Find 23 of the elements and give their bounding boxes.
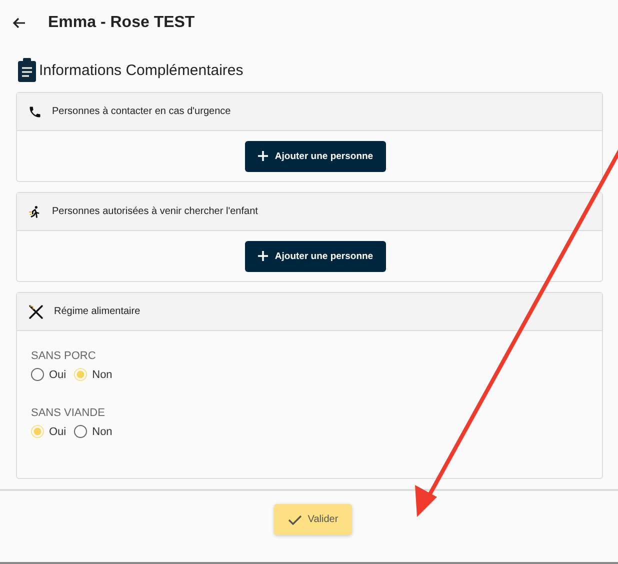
plus-icon bbox=[258, 251, 268, 261]
check-icon bbox=[288, 514, 302, 524]
phone-icon bbox=[28, 104, 42, 118]
section-title: Informations Complémentaires bbox=[39, 62, 244, 78]
add-person-button[interactable]: Ajouter une personne bbox=[244, 240, 386, 272]
panel-title: Personnes à contacter en cas d'urgence bbox=[52, 106, 231, 117]
radio-label: Oui bbox=[49, 426, 66, 438]
validate-button[interactable]: Valider bbox=[274, 504, 352, 535]
question-label: SANS VIANDE bbox=[31, 407, 106, 419]
radio-label: Oui bbox=[49, 368, 66, 380]
panel-title: Régime alimentaire bbox=[54, 306, 140, 317]
question-label: SANS PORC bbox=[31, 350, 97, 362]
radio-button[interactable] bbox=[31, 368, 44, 381]
radio-button[interactable] bbox=[74, 425, 88, 438]
radio-label: Non bbox=[92, 368, 112, 380]
add-person-button[interactable]: Ajouter une personne bbox=[244, 140, 386, 172]
clipboard-icon bbox=[18, 58, 36, 82]
running-person-icon bbox=[28, 204, 42, 220]
back-arrow-icon[interactable] bbox=[12, 17, 26, 29]
radio-label: Non bbox=[92, 426, 112, 438]
page-title: Emma - Rose TEST bbox=[48, 14, 195, 32]
panel-title: Personnes autorisées à venir chercher l'enfant bbox=[52, 206, 258, 217]
plus-icon bbox=[258, 151, 268, 161]
